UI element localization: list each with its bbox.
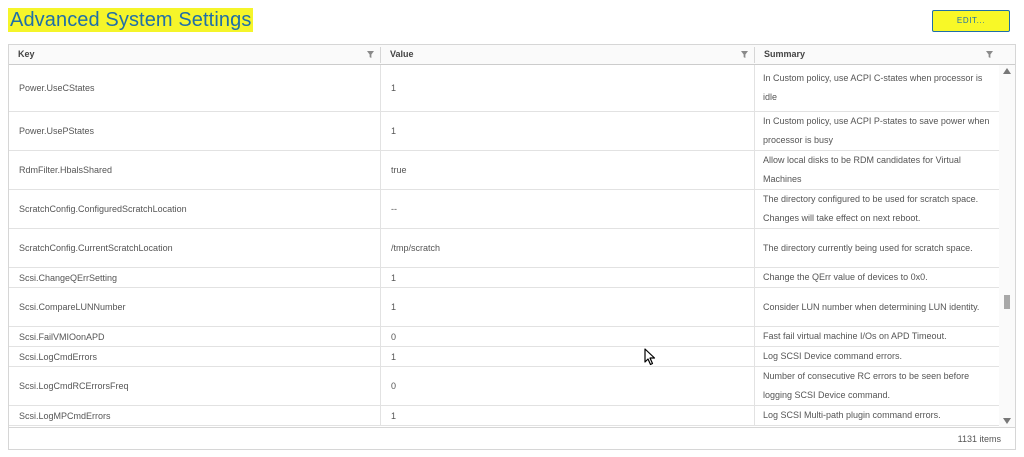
value-cell: 1 (380, 112, 754, 150)
summary-cell: Log SCSI Multi-path plugin command error… (754, 406, 999, 425)
grid-body: Power.UseCStates 1 In Custom policy, use… (9, 65, 999, 427)
column-header-value[interactable]: Value (381, 45, 754, 64)
summary-cell: Change the QErr value of devices to 0x0. (754, 268, 999, 287)
summary-cell: The directory currently being used for s… (754, 229, 999, 267)
table-row[interactable]: Scsi.LogCmdRCErrorsFreq 0 Number of cons… (9, 367, 999, 406)
summary-cell: Log SCSI Device command errors. (754, 347, 999, 366)
value-cell: -- (380, 190, 754, 228)
table-row[interactable]: Scsi.FailVMIOonAPD 0 Fast fail virtual m… (9, 327, 999, 347)
value-cell: 1 (380, 65, 754, 111)
key-cell: Scsi.FailVMIOonAPD (19, 331, 105, 342)
table-row[interactable]: Scsi.CompareLUNNumber 1 Consider LUN num… (9, 288, 999, 327)
settings-grid: Key Value Summary Power.UseCStates 1 In … (8, 44, 1016, 450)
column-header-label: Key (18, 49, 35, 59)
value-cell: 0 (380, 327, 754, 346)
summary-cell: Allow local disks to be RDM candidates f… (754, 151, 999, 189)
summary-cell: In Custom policy, use ACPI C-states when… (754, 65, 999, 111)
value-cell: /tmp/scratch (380, 229, 754, 267)
table-row[interactable]: RdmFilter.HbalsShared true Allow local d… (9, 151, 999, 190)
table-row[interactable]: ScratchConfig.CurrentScratchLocation /tm… (9, 229, 999, 268)
scroll-up-icon[interactable] (1003, 68, 1011, 74)
value-cell: 1 (380, 268, 754, 287)
key-cell: Scsi.ChangeQErrSetting (19, 272, 118, 283)
table-row[interactable]: Scsi.LogCmdErrors 1 Log SCSI Device comm… (9, 347, 999, 367)
key-cell: ScratchConfig.CurrentScratchLocation (19, 243, 173, 253)
table-row[interactable]: Power.UseCStates 1 In Custom policy, use… (9, 65, 999, 112)
value-cell: true (380, 151, 754, 189)
scroll-thumb[interactable] (1004, 295, 1010, 309)
scroll-down-icon[interactable] (1003, 418, 1011, 424)
value-cell: 1 (380, 288, 754, 326)
column-header-summary[interactable]: Summary (755, 45, 999, 64)
filter-icon[interactable] (367, 51, 374, 58)
key-cell: Scsi.CompareLUNNumber (19, 302, 126, 312)
table-row[interactable]: ScratchConfig.ConfiguredScratchLocation … (9, 190, 999, 229)
table-row[interactable]: Scsi.LogMPCmdErrors 1 Log SCSI Multi-pat… (9, 406, 999, 426)
value-cell: 1 (380, 347, 754, 366)
column-header-label: Summary (764, 49, 806, 59)
table-row[interactable]: Scsi.ChangeQErrSetting 1 Change the QErr… (9, 268, 999, 288)
key-cell: Scsi.LogCmdErrors (19, 351, 98, 362)
vertical-scrollbar[interactable] (999, 65, 1015, 427)
key-cell: Scsi.LogMPCmdErrors (19, 410, 111, 421)
items-count: 1131 items (957, 434, 1001, 444)
summary-cell: Fast fail virtual machine I/Os on APD Ti… (754, 327, 999, 346)
value-cell: 0 (380, 367, 754, 405)
grid-header: Key Value Summary (9, 45, 1015, 65)
column-header-key[interactable]: Key (9, 45, 380, 64)
filter-icon[interactable] (741, 51, 748, 58)
edit-button[interactable]: EDIT... (932, 10, 1010, 32)
key-cell: Scsi.LogCmdRCErrorsFreq (19, 381, 129, 391)
summary-cell: Number of consecutive RC errors to be se… (754, 367, 999, 405)
key-cell: Power.UsePStates (19, 126, 95, 136)
value-cell: 1 (380, 406, 754, 425)
summary-cell: Consider LUN number when determining LUN… (754, 288, 999, 326)
summary-cell: The directory configured to be used for … (754, 190, 999, 228)
page-title: Advanced System Settings (8, 8, 254, 32)
grid-footer: 1131 items (9, 427, 1015, 449)
filter-icon[interactable] (986, 51, 993, 58)
key-cell: ScratchConfig.ConfiguredScratchLocation (19, 204, 187, 214)
key-cell: Power.UseCStates (19, 83, 95, 93)
key-cell: RdmFilter.HbalsShared (19, 165, 113, 175)
summary-cell: In Custom policy, use ACPI P-states to s… (754, 112, 999, 150)
table-row[interactable]: Power.UsePStates 1 In Custom policy, use… (9, 112, 999, 151)
mouse-pointer-icon (644, 348, 656, 366)
column-header-label: Value (390, 49, 414, 59)
